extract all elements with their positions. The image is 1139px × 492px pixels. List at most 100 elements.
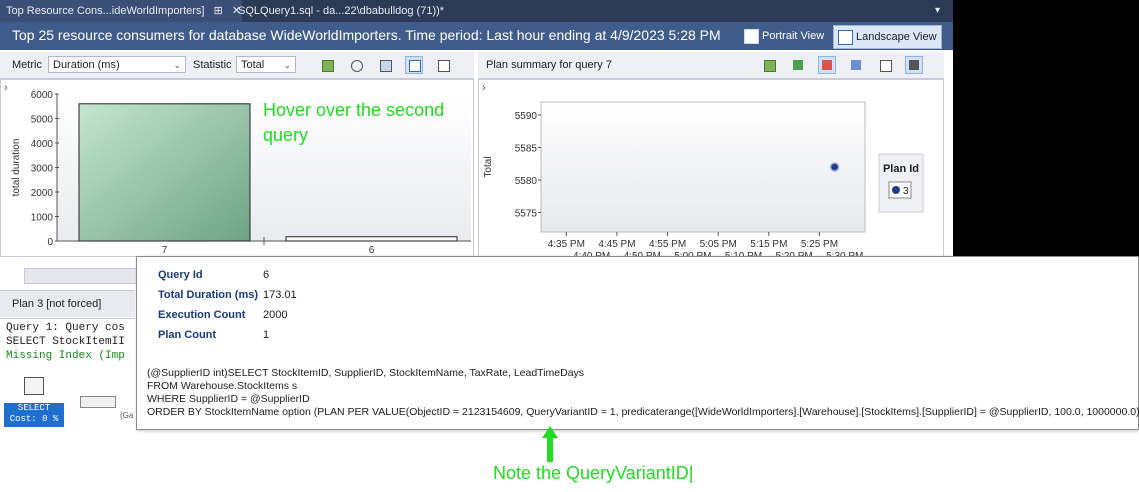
tab-sqlquery1[interactable]: SQLQuery1.sql - da...22\dbabulldog (71))… — [232, 0, 454, 22]
force-plan-button[interactable] — [789, 56, 807, 74]
chart-view-icon — [909, 60, 919, 70]
tab-label: SQLQuery1.sql - da...22\dbabulldog (71))… — [238, 5, 445, 17]
track-query-button[interactable] — [376, 56, 394, 74]
refresh-icon — [322, 60, 334, 72]
legend-item-label: 3 — [903, 186, 909, 197]
tooltip-value: 6 — [263, 269, 270, 281]
plan-label: Plan 3 [not forced] — [12, 298, 102, 310]
hover-annotation: Hover over the second query — [263, 100, 445, 145]
query-line: Query 1: Query cos — [6, 322, 125, 334]
tooltip-label: Plan Count — [158, 329, 217, 341]
y-tick-label: 5580 — [515, 176, 538, 187]
statistic-label: Statistic — [193, 59, 232, 71]
query-text-area: Query 1: Query cos SELECT StockItemII Mi… — [0, 318, 135, 370]
tooltip-sql-line: (@SupplierID int)SELECT StockItemID, Sup… — [147, 367, 585, 379]
refresh-icon — [764, 60, 776, 72]
x-tick-label: 5:15 PM — [750, 239, 787, 250]
statistic-dropdown[interactable]: Total ⌄ — [236, 56, 296, 73]
tooltip-value: 2000 — [263, 309, 288, 321]
compare-plans-icon — [851, 60, 861, 70]
x-tick-label: 4:55 PM — [649, 239, 686, 250]
portrait-view-icon — [744, 29, 759, 44]
plan-summary-chart: 5590 5585 5580 5575 Total 4:35 PM 4:45 PM 4:55 … — [483, 101, 924, 256]
grid-view-icon — [409, 60, 421, 72]
landscape-view-icon — [838, 30, 853, 45]
select-operator-node[interactable]: SELECT Cost: 0 % — [4, 403, 64, 427]
tooltip-label: Total Duration (ms) — [158, 289, 259, 301]
report-title-bar: Top 25 resource consumers for database W… — [0, 22, 953, 50]
query-tooltip: Query Id 6 Total Duration (ms) 173.01 Ex… — [136, 256, 1139, 430]
right-toolbar: Plan summary for query 7 — [478, 52, 944, 79]
grid-view-icon — [880, 60, 892, 72]
chevron-down-icon: ⌄ — [173, 60, 181, 70]
metric-dropdown[interactable]: Duration (ms) ⌄ — [48, 56, 186, 73]
y-tick-label: 2000 — [31, 188, 54, 199]
bar-query-7 — [78, 103, 251, 242]
chart-view-button[interactable] — [434, 56, 452, 74]
tooltip-value: 1 — [263, 329, 270, 341]
y-axis-label: total duration — [11, 139, 22, 197]
plan-flow-arrow — [80, 396, 116, 408]
refresh-button[interactable] — [760, 56, 778, 74]
compare-plans-button[interactable] — [847, 56, 865, 74]
plan-header-bar: Plan 3 [not forced] — [0, 290, 135, 317]
x-tick-label: 5:05 PM — [700, 239, 737, 250]
document-tab-strip: Top Resource Cons...ideWorldImporters] ⊞… — [0, 0, 953, 22]
portrait-view-button[interactable]: Portrait View — [740, 25, 828, 47]
legend-title: Plan Id — [883, 163, 919, 175]
statistic-value: Total — [241, 59, 265, 71]
plan-summary-title: Plan summary for query 7 — [486, 59, 612, 71]
reset-icon — [351, 60, 363, 72]
tab-overflow-icon[interactable]: ▾ — [935, 0, 940, 22]
bar-query-6 — [285, 236, 458, 242]
pin-icon[interactable]: ⊞ — [214, 0, 223, 22]
x-tick-label: 4:45 PM — [598, 239, 635, 250]
chart-view-button[interactable] — [905, 56, 923, 74]
y-tick-label: 5585 — [515, 144, 538, 155]
chart-view-icon — [438, 60, 450, 72]
x-tick-label: 6 — [369, 245, 375, 256]
reset-button[interactable] — [347, 56, 365, 74]
dark-background-region — [953, 0, 1139, 256]
landscape-view-label: Landscape View — [856, 31, 937, 43]
y-tick-label: 5575 — [515, 209, 538, 220]
y-tick-label: 5000 — [31, 115, 54, 126]
y-tick-label: 0 — [47, 237, 53, 248]
y-tick-label: 1000 — [31, 213, 54, 224]
tooltip-label: Query Id — [158, 269, 203, 281]
select-label: SELECT — [17, 403, 51, 413]
refresh-button[interactable] — [318, 56, 336, 74]
note-annotation: Note the QueryVariantID| — [493, 463, 694, 483]
legend-marker — [892, 186, 900, 194]
tooltip-value: 173.01 — [263, 289, 297, 301]
left-toolbar: Metric Duration (ms) ⌄ Statistic Total ⌄ — [0, 52, 474, 79]
portrait-view-label: Portrait View — [762, 30, 825, 42]
select-operator-icon[interactable] — [24, 377, 44, 395]
tab-top-resource-consumers[interactable]: Top Resource Cons...ideWorldImporters] ⊞… — [0, 0, 242, 22]
plot-area — [540, 101, 866, 233]
unforce-plan-icon — [822, 60, 832, 70]
metric-label: Metric — [12, 59, 42, 71]
tooltip-sql-line: ORDER BY StockItemName option (PLAN PER … — [147, 406, 1139, 418]
x-tick-label: 7 — [162, 245, 168, 256]
landscape-view-button[interactable]: Landscape View — [833, 25, 942, 49]
plan-fragment-text: (Ga — [120, 411, 134, 420]
y-axis-label: Total — [483, 156, 494, 177]
grid-view-button[interactable] — [405, 56, 423, 74]
metric-value: Duration (ms) — [53, 59, 120, 71]
y-tick-label: 5590 — [515, 111, 538, 122]
report-title: Top 25 resource consumers for database W… — [12, 27, 721, 43]
y-tick-label: 6000 — [31, 90, 54, 101]
y-tick-label: 4000 — [31, 139, 54, 150]
plan-summary-chart-panel: › 5590 5585 5580 5575 Total 4:35 PM 4:45 PM 4:5… — [478, 79, 944, 257]
plan-data-point — [829, 162, 840, 172]
y-tick-label: 3000 — [31, 164, 54, 175]
query-line: SELECT StockItemII — [6, 336, 125, 348]
unforce-plan-button[interactable] — [818, 56, 836, 74]
track-query-icon — [380, 60, 392, 72]
grid-view-button[interactable] — [876, 56, 894, 74]
tooltip-sql-line: WHERE SupplierID = @SupplierID — [147, 393, 310, 405]
missing-index-line: Missing Index (Imp — [6, 350, 125, 362]
tooltip-label: Execution Count — [158, 309, 246, 321]
annotation-arrow-icon — [542, 426, 558, 462]
